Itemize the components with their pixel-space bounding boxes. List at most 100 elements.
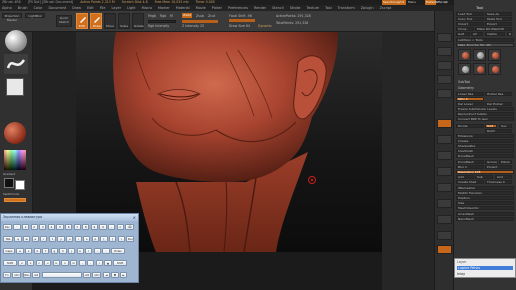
- local-button[interactable]: [437, 151, 452, 160]
- copy-tool-button[interactable]: Copy Tool: [456, 17, 484, 21]
- key-3-1[interactable]: z: [18, 260, 26, 266]
- key-3-0[interactable]: Shift: [3, 260, 17, 266]
- sub-button[interactable]: Sub: [475, 175, 493, 179]
- menu-document[interactable]: Document: [49, 6, 67, 10]
- tool-thumb-5[interactable]: [473, 63, 486, 75]
- key-3-6[interactable]: n: [61, 260, 69, 266]
- lightbox-button[interactable]: LightBox: [25, 13, 45, 18]
- key-2-2[interactable]: s: [25, 248, 33, 254]
- key-2-4[interactable]: f: [42, 248, 50, 254]
- tool-thumb-4[interactable]: [458, 63, 471, 75]
- clone-button[interactable]: Clone: [456, 27, 474, 31]
- key-3-4[interactable]: v: [44, 260, 52, 266]
- key-1-3[interactable]: e: [31, 236, 39, 242]
- menu-preferences[interactable]: Preferences: [228, 6, 248, 10]
- menu-zplugin[interactable]: Zplugin: [361, 6, 374, 10]
- key-1-11[interactable]: [: [100, 236, 108, 242]
- move-button[interactable]: Move: [104, 13, 116, 29]
- del-lower-button[interactable]: Del Lower: [456, 102, 484, 106]
- key-1-12[interactable]: ]: [109, 236, 117, 242]
- key-1-0[interactable]: Tab: [3, 236, 13, 242]
- menu-color[interactable]: Color: [34, 6, 43, 10]
- key-4-9[interactable]: ►: [120, 272, 128, 278]
- key-3-5[interactable]: b: [52, 260, 60, 266]
- groups-toggle[interactable]: Groups: [485, 160, 498, 164]
- key-4-6[interactable]: Ctrl: [92, 272, 102, 278]
- key-0-2[interactable]: 1: [22, 224, 30, 230]
- key-2-10[interactable]: ;: [93, 248, 101, 254]
- keyboard-close-icon[interactable]: ×: [133, 215, 136, 220]
- bpr-button[interactable]: [437, 33, 452, 42]
- key-3-9[interactable]: .: [87, 260, 95, 266]
- key-0-4[interactable]: 3: [39, 224, 47, 230]
- scroll-button[interactable]: [437, 61, 452, 70]
- key-4-3[interactable]: Alt: [32, 272, 41, 278]
- edgeloop-section[interactable]: EdgeLoop: [456, 134, 514, 138]
- menu-draw[interactable]: Draw: [72, 6, 81, 10]
- add-button[interactable]: Add: [456, 175, 474, 179]
- mrgb-toggle[interactable]: Mrgb: [148, 14, 156, 18]
- key-4-8[interactable]: ▼: [111, 272, 119, 278]
- frame-button[interactable]: [437, 199, 452, 208]
- material-selector[interactable]: [4, 122, 26, 144]
- del-higher-button[interactable]: Del Higher: [485, 102, 512, 106]
- m-toggle[interactable]: M: [170, 14, 173, 18]
- projection-master-button[interactable]: Projection Master: [2, 13, 22, 22]
- paste-tool-button[interactable]: Paste Tool: [485, 17, 512, 21]
- import-button[interactable]: Import: [456, 22, 484, 26]
- menu-brush[interactable]: Brush: [18, 6, 28, 10]
- menu-render[interactable]: Render: [254, 6, 266, 10]
- key-1-14[interactable]: Del: [126, 236, 135, 242]
- key-2-8[interactable]: k: [76, 248, 84, 254]
- key-1-13[interactable]: \: [117, 236, 125, 242]
- key-0-8[interactable]: 7: [73, 224, 81, 230]
- key-4-7[interactable]: ◄: [102, 272, 110, 278]
- nanomesh-section[interactable]: NanoMesh: [456, 217, 514, 221]
- key-3-3[interactable]: c: [35, 260, 43, 266]
- key-1-2[interactable]: w: [23, 236, 31, 242]
- divide-button[interactable]: Divide: [456, 124, 484, 128]
- zadd-toggle[interactable]: Zadd: [182, 13, 192, 18]
- thickness-slider[interactable]: Thickness 4: [485, 180, 512, 184]
- menu-alpha[interactable]: Alpha: [2, 6, 12, 10]
- brush-selector[interactable]: [5, 30, 27, 52]
- key-0-0[interactable]: Esc: [3, 224, 12, 230]
- key-2-7[interactable]: j: [68, 248, 76, 254]
- menu-edit[interactable]: Edit: [87, 6, 94, 10]
- rgb-toggle[interactable]: Rgb: [160, 14, 166, 18]
- lightbox-tools-button[interactable]: Lightbox > Tools: [456, 38, 514, 42]
- focal-shift-slider[interactable]: [229, 19, 255, 22]
- spix-button[interactable]: [437, 47, 452, 56]
- lsym-button[interactable]: [437, 167, 452, 176]
- z-intensity-slider[interactable]: [182, 20, 218, 23]
- menu-tool[interactable]: Tool: [325, 6, 332, 10]
- key-0-12[interactable]: -: [108, 224, 116, 230]
- convert-bpr-button[interactable]: Convert BPR To Geo: [456, 117, 514, 121]
- tool-thumb-1[interactable]: [458, 49, 471, 61]
- xyz-button[interactable]: [437, 183, 452, 192]
- key-3-7[interactable]: m: [70, 260, 78, 266]
- size-section[interactable]: Size: [456, 201, 514, 205]
- geometry-label[interactable]: Geometry: [458, 86, 474, 90]
- key-1-7[interactable]: u: [66, 236, 74, 242]
- tool-palette-title[interactable]: Tool: [476, 5, 483, 10]
- rotate-view-button[interactable]: [437, 245, 452, 254]
- modify-topology-section[interactable]: Modify Topology: [456, 191, 514, 195]
- key-1-8[interactable]: i: [74, 236, 82, 242]
- key-1-6[interactable]: y: [57, 236, 65, 242]
- dynamesh-section[interactable]: DynaMesh: [456, 154, 514, 158]
- zoom3d-button[interactable]: [437, 231, 452, 240]
- key-3-2[interactable]: x: [27, 260, 35, 266]
- polish-toggle[interactable]: Polish: [499, 160, 512, 164]
- zoom-button[interactable]: [437, 75, 452, 84]
- menu-stroke[interactable]: Stroke: [290, 6, 301, 10]
- key-0-5[interactable]: 4: [47, 224, 55, 230]
- key-1-10[interactable]: p: [91, 236, 99, 242]
- key-0-1[interactable]: `: [13, 224, 21, 230]
- menu-movie[interactable]: Movie: [196, 6, 206, 10]
- edit-button[interactable]: Edit: [76, 13, 88, 29]
- key-1-1[interactable]: q: [14, 236, 22, 242]
- key-1-4[interactable]: r: [40, 236, 48, 242]
- menu-picker[interactable]: Picker: [212, 6, 222, 10]
- menu-light[interactable]: Light: [127, 6, 135, 10]
